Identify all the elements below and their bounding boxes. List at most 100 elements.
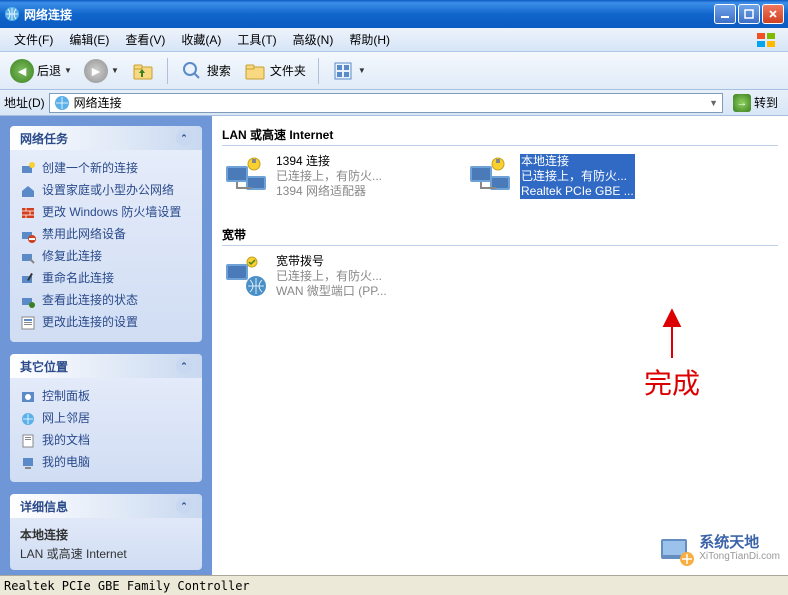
task-create-connection[interactable]: 创建一个新的连接 [20,158,192,180]
task-setup-network[interactable]: 设置家庭或小型办公网络 [20,180,192,202]
sidebar: 网络任务 ⌃ 创建一个新的连接 设置家庭或小型办公网络 更改 Windows 防… [0,116,212,575]
back-label: 后退 [37,62,61,79]
connection-text: 1394 连接 已连接上，有防火... 1394 网络适配器 [276,154,382,202]
back-button[interactable]: ◄ 后退 ▼ [6,57,76,85]
forward-dropdown-icon[interactable]: ▼ [111,66,119,75]
search-button[interactable]: 搜索 [176,57,235,85]
connection-device: 1394 网络适配器 [276,184,382,199]
broadband-icon [222,254,270,302]
toolbar: ◄ 后退 ▼ ► ▼ 搜索 文件夹 ▼ [0,52,788,90]
connection-local[interactable]: 本地连接 已连接上，有防火... Realtek PCIe GBE ... [466,154,686,202]
address-dropdown-icon[interactable]: ▼ [709,98,718,108]
menubar: 文件(F) 编辑(E) 查看(V) 收藏(A) 工具(T) 高级(N) 帮助(H… [0,28,788,52]
connection-status: 已连接上，有防火... [276,269,387,284]
details-header[interactable]: 详细信息 ⌃ [10,494,202,518]
forward-button[interactable]: ► ▼ [80,57,123,85]
other-places-header[interactable]: 其它位置 ⌃ [10,354,202,378]
folder-up-icon [131,59,155,83]
close-button[interactable] [762,4,784,24]
minimize-button[interactable] [714,4,736,24]
task-disable-device[interactable]: 禁用此网络设备 [20,224,192,246]
collapse-icon: ⌃ [176,130,192,146]
connection-broadband[interactable]: 宽带拨号 已连接上，有防火... WAN 微型端口 (PP... [222,254,442,302]
disable-icon [20,227,36,243]
network-tasks-header[interactable]: 网络任务 ⌃ [10,126,202,150]
menu-favorites[interactable]: 收藏(A) [173,29,229,50]
network-connections-icon [4,6,20,22]
broadband-items-row: 宽带拨号 已连接上，有防火... WAN 微型端口 (PP... [222,254,778,302]
windows-logo-icon [754,30,782,50]
details-name: 本地连接 [20,526,192,543]
up-button[interactable] [127,57,159,85]
main-area: LAN 或高速 Internet 1394 连接 已连接上，有防火... 139… [212,116,788,575]
connection-name: 本地连接 [520,154,635,169]
titlebar: 网络连接 [0,0,788,28]
task-rename[interactable]: 重命名此连接 [20,268,192,290]
group-header-broadband: 宽带 [222,220,778,246]
firewall-icon [20,205,36,221]
lan-items-row: 1394 连接 已连接上，有防火... 1394 网络适配器 本地连接 已连接上… [222,154,778,202]
addressbar: 地址(D) 网络连接 ▼ → 转到 [0,90,788,116]
network-adapter-icon [466,154,514,202]
menu-advanced[interactable]: 高级(N) [285,29,342,50]
new-connection-icon [20,161,36,177]
go-button[interactable]: → 转到 [727,94,784,112]
status-icon [20,293,36,309]
details-panel: 详细信息 ⌃ 本地连接 LAN 或高速 Internet [10,494,202,570]
address-input[interactable]: 网络连接 ▼ [49,93,723,113]
menu-file[interactable]: 文件(F) [6,29,61,50]
menu-tools[interactable]: 工具(T) [229,29,284,50]
back-dropdown-icon[interactable]: ▼ [64,66,72,75]
address-value: 网络连接 [74,94,122,111]
network-tasks-body: 创建一个新的连接 设置家庭或小型办公网络 更改 Windows 防火墙设置 禁用… [10,150,202,342]
folders-button[interactable]: 文件夹 [239,57,310,85]
control-panel-icon [20,389,36,405]
properties-icon [20,315,36,331]
collapse-icon: ⌃ [176,498,192,514]
folders-icon [243,59,267,83]
link-control-panel[interactable]: 控制面板 [20,386,192,408]
connection-1394[interactable]: 1394 连接 已连接上，有防火... 1394 网络适配器 [222,154,442,202]
other-places-body: 控制面板 网上邻居 我的文档 我的电脑 [10,378,202,482]
rename-icon [20,271,36,287]
toolbar-separator [318,58,319,84]
folders-label: 文件夹 [270,62,306,79]
task-status[interactable]: 查看此连接的状态 [20,290,192,312]
task-repair[interactable]: 修复此连接 [20,246,192,268]
connection-device: WAN 微型端口 (PP... [276,284,387,299]
repair-icon [20,249,36,265]
group-header-lan: LAN 或高速 Internet [222,120,778,146]
arrow-up-icon: ▲ [644,306,700,326]
menu-view[interactable]: 查看(V) [117,29,173,50]
panel-title: 详细信息 [20,498,68,515]
watermark: 系统天地 XiTongTianDi.com [657,531,780,569]
watermark-icon [657,531,695,569]
details-type: LAN 或高速 Internet [20,545,192,562]
forward-arrow-icon: ► [84,59,108,83]
task-firewall[interactable]: 更改 Windows 防火墙设置 [20,202,192,224]
watermark-line2: XiTongTianDi.com [699,550,780,564]
network-connections-icon [54,95,70,111]
connection-text: 宽带拨号 已连接上，有防火... WAN 微型端口 (PP... [276,254,387,302]
menu-edit[interactable]: 编辑(E) [61,29,117,50]
watermark-text: 系统天地 XiTongTianDi.com [699,536,780,564]
views-icon [331,59,355,83]
window-controls [714,4,784,24]
connection-device: Realtek PCIe GBE ... [520,184,635,199]
go-label: 转到 [754,94,778,111]
other-places-panel: 其它位置 ⌃ 控制面板 网上邻居 我的文档 我的电脑 [10,354,202,482]
computer-icon [20,455,36,471]
link-my-documents[interactable]: 我的文档 [20,430,192,452]
address-label: 地址(D) [4,94,45,111]
link-my-computer[interactable]: 我的电脑 [20,452,192,474]
menu-help[interactable]: 帮助(H) [341,29,398,50]
back-arrow-icon: ◄ [10,59,34,83]
task-properties[interactable]: 更改此连接的设置 [20,312,192,334]
search-label: 搜索 [207,62,231,79]
toolbar-separator [167,58,168,84]
link-network-places[interactable]: 网上邻居 [20,408,192,430]
maximize-button[interactable] [738,4,760,24]
documents-icon [20,433,36,449]
views-dropdown-icon[interactable]: ▼ [358,66,366,75]
views-button[interactable]: ▼ [327,57,370,85]
